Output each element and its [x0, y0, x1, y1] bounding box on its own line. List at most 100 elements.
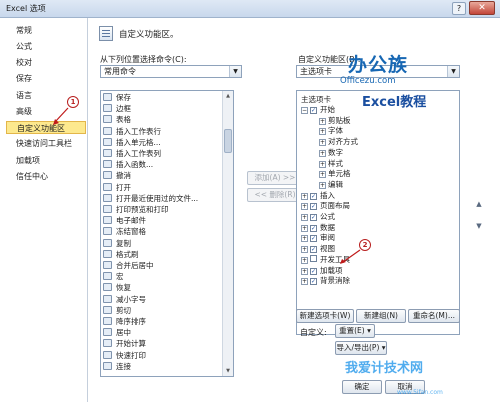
- tab-checkbox[interactable]: ✓: [310, 224, 317, 232]
- ribbon-tab-node[interactable]: + ✓ 视图: [301, 244, 335, 255]
- tab-checkbox[interactable]: ✓: [310, 192, 317, 200]
- command-item[interactable]: 剪切: [103, 305, 223, 317]
- ribbon-group-node[interactable]: + 编辑: [319, 180, 343, 191]
- options-nav: 常规 公式 校对 保存 语言 高级 自定义功能区 快速访问工具栏 加载项 信任中心: [0, 18, 88, 402]
- nav-item[interactable]: 自定义功能区: [6, 121, 86, 134]
- expand-icon[interactable]: +: [319, 128, 326, 136]
- commands-scrollbar[interactable]: ▲ ▼: [222, 91, 233, 376]
- command-item[interactable]: 恢复: [103, 283, 223, 294]
- add-button[interactable]: 添加(A) >>: [247, 171, 303, 185]
- nav-item[interactable]: 保存: [6, 72, 86, 85]
- command-item[interactable]: 格式刷: [103, 249, 223, 261]
- ribbon-tab-node[interactable]: + ✓ 背景消除: [301, 276, 350, 287]
- command-item[interactable]: 打印预览和打印: [103, 205, 223, 216]
- rename-button[interactable]: 重命名(M)...: [408, 309, 460, 323]
- command-item[interactable]: 合并后居中: [103, 261, 223, 272]
- choose-commands-combo[interactable]: 常用命令 ▼: [100, 65, 242, 78]
- scroll-thumb[interactable]: [224, 129, 232, 153]
- command-item[interactable]: 打开: [103, 182, 223, 194]
- help-button[interactable]: ?: [452, 2, 466, 15]
- ribbon-group-node[interactable]: + 单元格: [319, 169, 351, 180]
- expand-icon[interactable]: +: [319, 171, 326, 179]
- command-item[interactable]: 居中: [103, 328, 223, 339]
- move-down-icon[interactable]: ▼: [475, 222, 483, 230]
- command-item[interactable]: 减小字号: [103, 294, 223, 306]
- nav-item[interactable]: 校对: [6, 56, 86, 69]
- tab-checkbox[interactable]: ✓: [310, 235, 317, 243]
- command-item[interactable]: 插入工作表行: [103, 126, 223, 138]
- expand-icon[interactable]: +: [301, 267, 308, 275]
- tab-checkbox[interactable]: ✓: [310, 203, 317, 211]
- command-item[interactable]: 撤消: [103, 171, 223, 182]
- nav-item[interactable]: 加载项: [6, 154, 86, 167]
- ribbon-tab-node[interactable]: − ✓ 开始: [301, 105, 335, 116]
- nav-item[interactable]: 公式: [6, 40, 86, 53]
- new-tab-button[interactable]: 新建选项卡(W): [296, 309, 354, 323]
- expand-icon[interactable]: +: [301, 256, 308, 264]
- nav-item[interactable]: 信任中心: [6, 170, 86, 183]
- import-export-button[interactable]: 导入/导出(P) ▾: [335, 341, 387, 355]
- command-item[interactable]: 宏: [103, 272, 223, 283]
- expand-icon[interactable]: +: [319, 160, 326, 168]
- command-item[interactable]: 降序排序: [103, 317, 223, 328]
- expand-icon[interactable]: +: [319, 149, 326, 157]
- ribbon-tab-node[interactable]: + ✓ 数据: [301, 223, 335, 234]
- tab-checkbox[interactable]: ✓: [310, 107, 317, 114]
- command-item[interactable]: 连接: [103, 361, 223, 373]
- tree-node-label: 数字: [328, 147, 343, 157]
- ribbon-group-node[interactable]: + 样式: [319, 159, 343, 170]
- expand-icon[interactable]: +: [319, 181, 326, 189]
- command-label: 插入工作表列: [116, 149, 161, 158]
- move-up-icon[interactable]: ▲: [475, 200, 483, 208]
- expand-icon[interactable]: +: [301, 246, 308, 254]
- expand-icon[interactable]: +: [301, 214, 308, 221]
- scroll-down-icon[interactable]: ▼: [223, 366, 233, 376]
- tab-checkbox[interactable]: ✓: [310, 214, 317, 221]
- command-icon: [103, 305, 112, 314]
- nav-item[interactable]: 快速访问工具栏: [6, 137, 86, 150]
- chevron-down-icon[interactable]: ▼: [229, 66, 241, 77]
- new-group-button[interactable]: 新建组(N): [356, 309, 406, 323]
- command-item[interactable]: 插入单元格...: [103, 137, 223, 149]
- command-item[interactable]: 电子邮件: [103, 216, 223, 227]
- scroll-up-icon[interactable]: ▲: [223, 91, 233, 101]
- command-item[interactable]: 保存: [103, 93, 223, 104]
- expand-icon[interactable]: +: [301, 192, 308, 200]
- command-item[interactable]: 开始计算: [103, 339, 223, 350]
- commands-list[interactable]: 保存 边框 表格 插入工作表行 插入单元格... 插入工作表列插入函数... 撤消 打开 打开最…: [100, 90, 234, 377]
- collapse-icon[interactable]: −: [301, 107, 308, 114]
- reset-button[interactable]: 重置(E) ▾: [335, 324, 375, 338]
- expand-icon[interactable]: +: [301, 224, 308, 232]
- expand-icon[interactable]: +: [301, 278, 308, 286]
- command-item[interactable]: 冻结窗格: [103, 227, 223, 238]
- command-item[interactable]: 表格: [103, 115, 223, 126]
- command-item[interactable]: 复制: [103, 238, 223, 250]
- close-button[interactable]: ✕: [469, 1, 495, 15]
- command-item[interactable]: 插入工作表列: [103, 149, 223, 160]
- ribbon-tab-node[interactable]: + ✓ 公式: [301, 212, 335, 223]
- ribbon-tab-node[interactable]: + ✓ 页面布局: [301, 201, 350, 212]
- command-icon: [103, 317, 112, 325]
- ok-button[interactable]: 确定: [342, 380, 382, 394]
- tab-checkbox[interactable]: ✓: [310, 267, 317, 275]
- expand-icon[interactable]: +: [319, 139, 326, 147]
- tab-checkbox[interactable]: [310, 254, 317, 262]
- expand-icon[interactable]: +: [301, 235, 308, 243]
- ribbon-tab-node[interactable]: + ✓ 审阅: [301, 233, 335, 244]
- tree-node-label: 背景消除: [320, 276, 350, 286]
- ribbon-tab-node[interactable]: + ✓ 插入: [301, 191, 335, 202]
- command-item[interactable]: 快速打印: [103, 350, 223, 362]
- tab-checkbox[interactable]: ✓: [310, 246, 317, 254]
- remove-button[interactable]: << 删除(R): [247, 188, 303, 202]
- ribbon-tab-node[interactable]: + ✓ 加载项: [301, 266, 343, 277]
- ribbon-tab-node[interactable]: + 开发工具: [301, 254, 350, 266]
- expand-icon[interactable]: +: [319, 117, 326, 125]
- command-item[interactable]: 插入函数...: [103, 160, 223, 171]
- nav-item[interactable]: 常规: [6, 24, 86, 37]
- expand-icon[interactable]: +: [301, 203, 308, 211]
- command-item[interactable]: 边框: [103, 104, 223, 115]
- tab-checkbox[interactable]: ✓: [310, 278, 317, 286]
- ribbon-group-node[interactable]: + 数字: [319, 148, 343, 159]
- command-item[interactable]: 打开最近使用过的文件...: [103, 193, 223, 205]
- ribbon-group-node[interactable]: + 对齐方式: [319, 137, 358, 148]
